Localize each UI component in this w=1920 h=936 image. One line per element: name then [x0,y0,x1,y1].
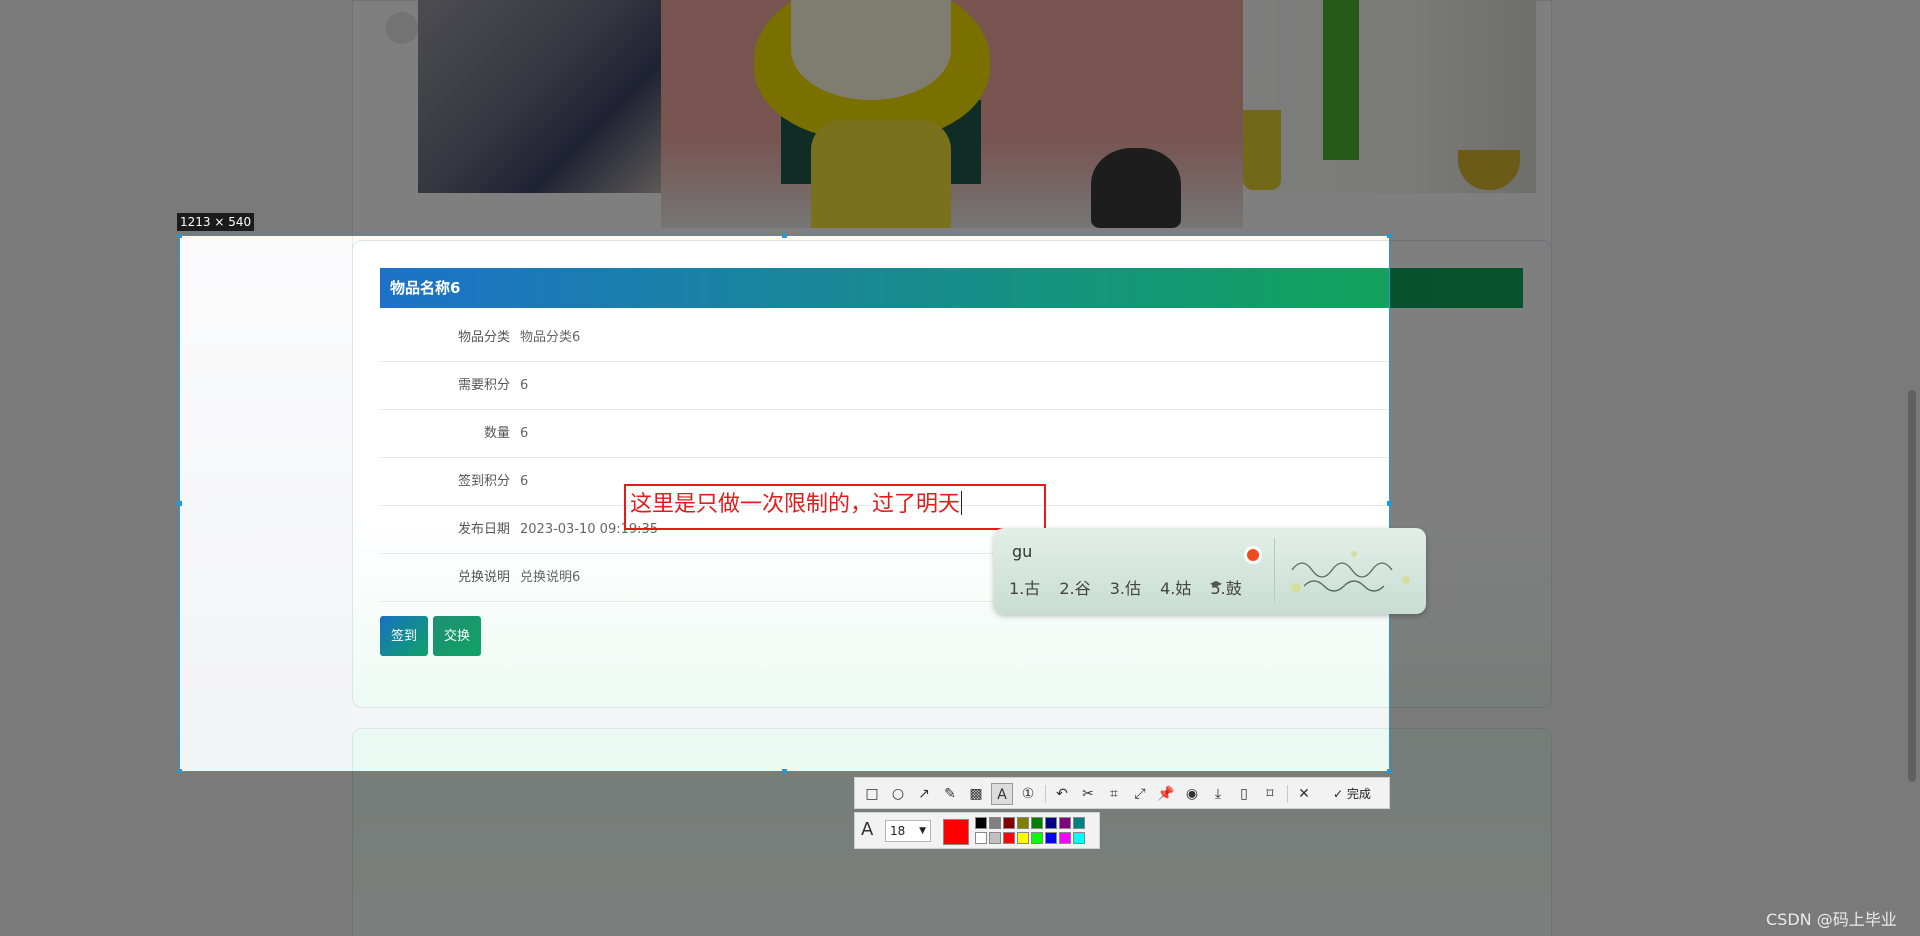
resize-handle-se[interactable] [1387,769,1392,774]
cut-tool-icon[interactable]: ✂ [1077,783,1099,805]
undo-tool-icon[interactable]: ↶ [1051,783,1073,805]
ime-candidate[interactable]: 2.谷 [1059,579,1090,598]
done-button[interactable]: ✓ 完成 [1333,783,1371,805]
record-tool-icon[interactable]: ◉ [1181,783,1203,805]
arrow-tool-icon[interactable]: ↗ [913,783,935,805]
ime-candidate[interactable]: 4.姑 [1160,579,1191,598]
pin-tool-icon[interactable]: 📌 [1155,783,1177,805]
color-swatch[interactable] [989,832,1001,844]
check-icon: ✓ [1333,787,1347,801]
text-caret [961,491,963,515]
color-swatch[interactable] [1031,817,1043,829]
row-label: 物品分类 [457,330,510,345]
rectangle-tool-icon[interactable]: □ [861,783,883,805]
current-color-swatch[interactable] [943,819,969,845]
color-swatch[interactable] [1059,817,1071,829]
row-label: 发布日期 [457,522,510,537]
resize-handle-ne[interactable] [1387,233,1392,238]
chevron-down-icon: ▼ [919,826,926,836]
bookmark-tool-icon[interactable]: ⌑ [1259,783,1281,805]
sign-in-button[interactable]: 签到 [380,616,428,656]
resize-handle-nw[interactable] [177,233,182,238]
detail-row: 数量 6 [380,410,1390,458]
color-swatch[interactable] [975,832,987,844]
mosaic-tool-icon[interactable]: ▩ [965,783,987,805]
row-value: 物品分类6 [520,330,581,345]
selection-size-label: 1213 × 540 [177,213,255,231]
color-swatch[interactable] [1017,817,1029,829]
row-value: 6 [520,378,529,393]
text-annotation-content: 这里是只做一次限制的，过了明天 [630,492,961,517]
ime-pinyin-input: gu [1012,542,1033,561]
resize-handle-sw[interactable] [177,769,182,774]
toolbar-separator [1287,785,1288,803]
ime-candidate[interactable]: 3.估 [1110,579,1141,598]
row-label: 兑换说明 [457,570,510,585]
screenshot-toolbar: □ ○ ↗ ✎ ▩ A ① ↶ ✂ ⌗ ⤢ 📌 ◉ ⤓ ▯ ⌑ ✕ ✓ 完成 [854,777,1390,809]
number-tool-icon[interactable]: ① [1017,783,1039,805]
pen-tool-icon[interactable]: ✎ [939,783,961,805]
detail-row: 物品分类 物品分类6 [380,314,1390,362]
ime-skin-decoration [1284,550,1416,594]
ime-candidate[interactable]: 1.古 [1009,579,1040,598]
color-swatch[interactable] [1003,817,1015,829]
resize-handle-w[interactable] [177,501,182,506]
font-size-value: 18 [890,824,906,838]
color-swatch[interactable] [989,817,1001,829]
done-label: 完成 [1346,787,1371,801]
dim-overlay-left [0,235,179,772]
resize-handle-s[interactable] [782,769,787,774]
row-value: 兑换说明6 [520,570,581,585]
color-swatch[interactable] [975,817,987,829]
color-swatch[interactable] [1045,832,1057,844]
font-icon: A [861,819,874,840]
color-swatch[interactable] [1003,832,1015,844]
color-swatch[interactable] [1073,832,1085,844]
color-swatch[interactable] [1059,832,1071,844]
resize-handle-e[interactable] [1387,501,1392,506]
color-swatch[interactable] [1073,817,1085,829]
exchange-button[interactable]: 交换 [433,616,481,656]
font-size-select[interactable]: 18 ▼ [885,820,931,842]
color-swatch[interactable] [1031,832,1043,844]
row-label: 数量 [483,426,510,441]
color-swatch[interactable] [1017,832,1029,844]
detail-row: 需要积分 6 [380,362,1390,410]
ime-page-arrows-icon[interactable]: ◂▸ [1210,576,1222,590]
dim-overlay-right [1390,235,1920,772]
text-tool-options: A 18 ▼ [854,812,1100,849]
phone-tool-icon[interactable]: ▯ [1233,783,1255,805]
item-title: 物品名称6 [380,268,1523,308]
color-swatch[interactable] [1045,817,1057,829]
selection-area-left-fill [179,235,352,772]
ime-logo-icon[interactable] [1244,546,1262,564]
text-annotation[interactable]: 这里是只做一次限制的，过了明天 [630,490,963,520]
close-tool-icon[interactable]: ✕ [1293,783,1315,805]
ocr-tool-icon[interactable]: ⌗ [1103,783,1125,805]
text-tool-icon[interactable]: A [991,783,1013,805]
row-value: 6 [520,426,529,441]
ime-divider [1274,538,1275,602]
row-label: 需要积分 [457,378,510,393]
watermark: CSDN @码上毕业 [1766,910,1897,929]
toolbar-separator [1045,785,1046,803]
scroll-capture-tool-icon[interactable]: ⤢ [1129,783,1151,805]
resize-handle-n[interactable] [782,233,787,238]
ellipse-tool-icon[interactable]: ○ [887,783,909,805]
row-value: 6 [520,474,529,489]
ime-candidate-window: gu 1.古 2.谷 3.估 4.姑 5.鼓 ◂▸ [994,528,1426,614]
save-tool-icon[interactable]: ⤓ [1207,783,1229,805]
dim-overlay-top [0,0,1920,235]
row-label: 签到积分 [457,474,510,489]
